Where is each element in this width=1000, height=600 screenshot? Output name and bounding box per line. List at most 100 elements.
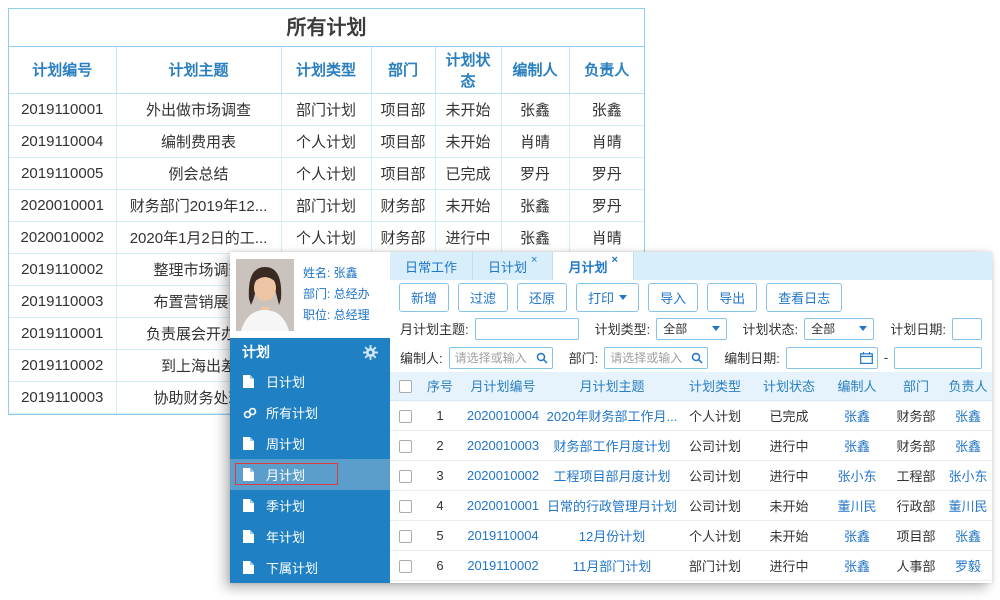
tab-monthly-plan[interactable]: 月计划 × (553, 252, 634, 280)
cell: 2019110003 (9, 381, 117, 414)
cell-link[interactable]: 张鑫 (944, 430, 992, 461)
cell: 公司计划 (678, 430, 752, 461)
add-button[interactable]: 新增 (399, 282, 450, 312)
cell-link[interactable]: 董川民 (826, 490, 888, 521)
row-checkbox[interactable] (398, 439, 412, 453)
sidebar-item-annual-plan[interactable]: 年计划 (230, 521, 390, 552)
monthly-plans-body: 1 2020010004 2020年财务部工作月... 个人计划 已完成 张鑫 财务部 张鑫 2… (390, 400, 992, 581)
table-row: 4 2020010001 日常的行政管理月计划 公司计划 未开始 董川民 行政部 董川民 (390, 490, 992, 521)
subject-filter-input[interactable] (474, 317, 579, 340)
cell-link[interactable]: 张小东 (826, 460, 888, 491)
column-header: 计划状态 (752, 372, 826, 401)
cell-link[interactable]: 2020010002 (460, 460, 546, 491)
cell-link[interactable]: 日常的行政管理月计划 (546, 490, 678, 521)
column-header: 计划类型 (281, 47, 372, 94)
cell: 张鑫 (501, 189, 570, 222)
select-all-checkbox[interactable] (398, 380, 412, 394)
sidebar-item-label: 年计划 (266, 530, 306, 545)
table-row: 2020010002 2020年1月2日的工... 个人计划 财务部 进行中 张鑫 肖晴 (9, 221, 644, 254)
cell: 肖晴 (501, 125, 570, 158)
dept-filter-label: 部门: (568, 351, 599, 366)
cell: 2019110001 (9, 317, 117, 350)
cell-link[interactable]: 张鑫 (944, 520, 992, 551)
status-filter-select[interactable]: 全部 (804, 317, 875, 340)
link-icon (243, 407, 258, 419)
row-checkbox[interactable] (398, 529, 412, 543)
cell-link[interactable]: 2020010003 (460, 430, 546, 461)
column-header: 计划编号 (9, 47, 117, 94)
table-row: 1 2020010004 2020年财务部工作月... 个人计划 已完成 张鑫 财务部 张鑫 (390, 400, 992, 431)
filter-row-1: 月计划主题: 计划类型: 全部 计划状态: 全部 计划日期: (390, 314, 992, 343)
gear-icon[interactable] (363, 344, 378, 360)
doc-icon (243, 468, 258, 481)
cell: 个人计划 (281, 157, 372, 190)
tab-close-icon[interactable]: × (611, 254, 617, 266)
cell-link[interactable]: 2019110004 (460, 520, 546, 551)
row-checkbox[interactable] (398, 559, 412, 573)
column-header: 计划类型 (678, 372, 752, 401)
cell: 3 (420, 460, 460, 491)
type-filter-label: 计划类型: (594, 322, 651, 337)
profile-title: 职位: 总经理 (303, 308, 370, 322)
filter-button[interactable]: 过滤 (458, 282, 509, 312)
cell-link[interactable]: 2019110002 (460, 550, 546, 581)
sidebar-item-label: 下属计划 (266, 561, 319, 576)
cell-link[interactable]: 张鑫 (826, 430, 888, 461)
tab-close-icon[interactable]: × (531, 254, 537, 266)
cell-link[interactable]: 2020010001 (460, 490, 546, 521)
cell-link[interactable]: 张小东 (944, 460, 992, 491)
cell-link[interactable]: 张鑫 (826, 520, 888, 551)
plan-date-filter-input[interactable] (952, 317, 982, 340)
import-button[interactable]: 导入 (648, 282, 699, 312)
sidebar-item-quarterly-plan[interactable]: 季计划 (230, 490, 390, 521)
cell-link[interactable]: 2020年财务部工作月... (546, 400, 678, 431)
sidebar-item-monthly-plan[interactable]: 月计划 (230, 459, 390, 490)
cell-link[interactable]: 工程项目部月度计划 (546, 460, 678, 491)
type-filter-select[interactable]: 全部 (656, 317, 727, 340)
range-separator: - (883, 350, 889, 365)
print-button[interactable]: 打印 (576, 282, 640, 312)
cell-link[interactable]: 张鑫 (826, 550, 888, 581)
row-checkbox[interactable] (398, 499, 412, 513)
table-row: 2019110004 编制费用表 个人计划 项目部 未开始 肖晴 肖晴 (9, 125, 644, 158)
compile-date-end-input[interactable] (894, 346, 982, 369)
cell-link[interactable]: 2020010004 (460, 400, 546, 431)
cell: 项目部 (371, 93, 436, 126)
sidebar-item-all-plans[interactable]: 所有计划 (230, 397, 390, 428)
row-checkbox[interactable] (398, 469, 412, 483)
cell-link[interactable]: 11月部门计划 (546, 550, 678, 581)
cell: 2019110003 (9, 285, 117, 318)
plan-date-filter-label: 计划日期: (890, 322, 946, 337)
cell: 进行中 (435, 221, 502, 254)
tab-bar: 日常工作 日计划 × 月计划 × (390, 252, 992, 280)
compiler-filter-input[interactable] (448, 346, 553, 369)
cell-link[interactable]: 12月份计划 (546, 520, 678, 551)
doc-icon (243, 437, 258, 450)
cell-link[interactable]: 董川民 (944, 490, 992, 521)
sidebar-section-plan[interactable]: 计划 (230, 338, 390, 366)
tab-daily-plan[interactable]: 日计划 × (473, 252, 554, 280)
cell-link[interactable]: 罗毅 (944, 550, 992, 581)
profile-photo (236, 259, 294, 331)
sidebar-item-weekly-plan[interactable]: 周计划 (230, 428, 390, 459)
cell: 部门计划 (281, 93, 372, 126)
sidebar-item-daily-plan[interactable]: 日计划 (230, 366, 390, 397)
column-header: 部门 (888, 372, 944, 401)
sidebar-item-subordinate-plans[interactable]: 下属计划 (230, 552, 390, 583)
tab-daily-work[interactable]: 日常工作 (390, 252, 474, 280)
sidebar-item-label: 季计划 (266, 499, 306, 514)
row-checkbox[interactable] (398, 409, 412, 423)
cell: 行政部 (888, 490, 944, 521)
cell: 未开始 (752, 490, 826, 521)
compiler-filter-label: 编制人: (400, 351, 443, 366)
compile-date-start-input[interactable] (785, 346, 878, 369)
dept-filter-input[interactable] (604, 346, 709, 369)
cell-link[interactable]: 张鑫 (944, 400, 992, 431)
sidebar: 姓名: 张鑫 部门: 总经办 职位: 总经理 计划 日计划 所有计划 周计划 月… (230, 252, 390, 583)
cell-link[interactable]: 财务部工作月度计划 (546, 430, 678, 461)
cell-link[interactable]: 张鑫 (826, 400, 888, 431)
column-header: 序号 (420, 372, 460, 401)
restore-button[interactable]: 还原 (517, 282, 568, 312)
export-button[interactable]: 导出 (707, 282, 758, 312)
view-log-button[interactable]: 查看日志 (766, 282, 843, 312)
